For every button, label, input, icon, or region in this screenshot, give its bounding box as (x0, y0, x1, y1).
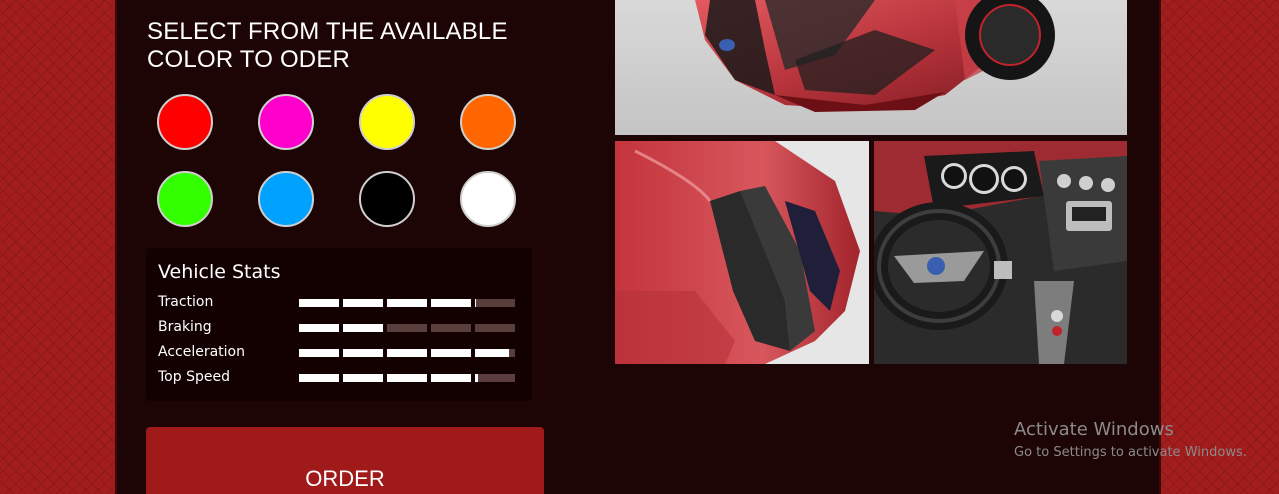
stat-bar-segment (343, 324, 383, 332)
stat-label: Top Speed (158, 369, 230, 385)
stat-bar (299, 349, 515, 357)
color-swatch-magenta[interactable] (258, 94, 314, 150)
stat-bar-fill (343, 324, 383, 332)
stat-bar (299, 374, 515, 382)
stat-bar-segment (387, 299, 427, 307)
stat-bar-segment (299, 324, 339, 332)
stat-bar-fill (475, 299, 477, 307)
stat-bar-fill (299, 324, 339, 332)
stat-bar-segment (475, 349, 515, 357)
vehicle-stats-title: Vehicle Stats (158, 261, 281, 283)
stat-bar-fill (431, 299, 471, 307)
stat-bar-segment (343, 374, 383, 382)
stat-label: Acceleration (158, 344, 245, 360)
stat-bar-fill (475, 349, 509, 357)
stat-bar-segment (431, 374, 471, 382)
stat-bar-segment (431, 324, 471, 332)
stat-bar-fill (299, 374, 339, 382)
stat-bar-segment (475, 374, 515, 382)
stat-bar-segment (475, 324, 515, 332)
stat-bar-segment (387, 349, 427, 357)
stat-label: Traction (158, 294, 214, 310)
stat-label: Braking (158, 319, 212, 335)
stat-bar-fill (387, 299, 427, 307)
stat-bar-fill (431, 349, 471, 357)
car-side-image-icon (615, 141, 869, 364)
stat-bar-segment (299, 299, 339, 307)
color-swatch-green[interactable] (157, 171, 213, 227)
color-swatch-blue[interactable] (258, 171, 314, 227)
stat-bar-fill (299, 349, 339, 357)
stat-bar-segment (431, 349, 471, 357)
car-front-image-icon (615, 0, 1127, 135)
stat-bar-fill (475, 374, 479, 382)
stat-bar-segment (343, 299, 383, 307)
car-interior-image-icon (874, 141, 1127, 364)
stat-bar-segment (387, 374, 427, 382)
stat-bar-segment (387, 324, 427, 332)
stat-bar (299, 324, 515, 332)
color-swatch-red[interactable] (157, 94, 213, 150)
stat-bar-fill (343, 374, 383, 382)
color-swatch-white[interactable] (460, 171, 516, 227)
color-swatch-black[interactable] (359, 171, 415, 227)
stat-bar-segment (299, 349, 339, 357)
stat-bar (299, 299, 515, 307)
car-interior-photo[interactable] (874, 141, 1127, 364)
vehicle-stats-card: Vehicle Stats Traction Braking Acceleratio… (146, 248, 532, 401)
stat-bar-fill (431, 374, 471, 382)
order-button[interactable]: ORDER (146, 427, 544, 494)
car-front-photo[interactable] (615, 0, 1127, 135)
stat-bar-segment (475, 299, 515, 307)
stat-bar-segment (343, 349, 383, 357)
stat-bar-segment (431, 299, 471, 307)
activate-windows-title: Activate Windows (1014, 419, 1174, 440)
stat-bar-fill (299, 299, 339, 307)
color-selection-heading: SELECT FROM THE AVAILABLE COLOR TO ODER (147, 18, 508, 73)
stat-bar-fill (343, 299, 383, 307)
car-side-photo[interactable] (615, 141, 869, 364)
stat-bar-segment (299, 374, 339, 382)
stat-bar-fill (343, 349, 383, 357)
color-swatch-yellow[interactable] (359, 94, 415, 150)
stat-bar-fill (387, 349, 427, 357)
activate-windows-subtitle: Go to Settings to activate Windows. (1014, 445, 1247, 460)
color-swatch-orange[interactable] (460, 94, 516, 150)
stat-bar-fill (387, 374, 427, 382)
